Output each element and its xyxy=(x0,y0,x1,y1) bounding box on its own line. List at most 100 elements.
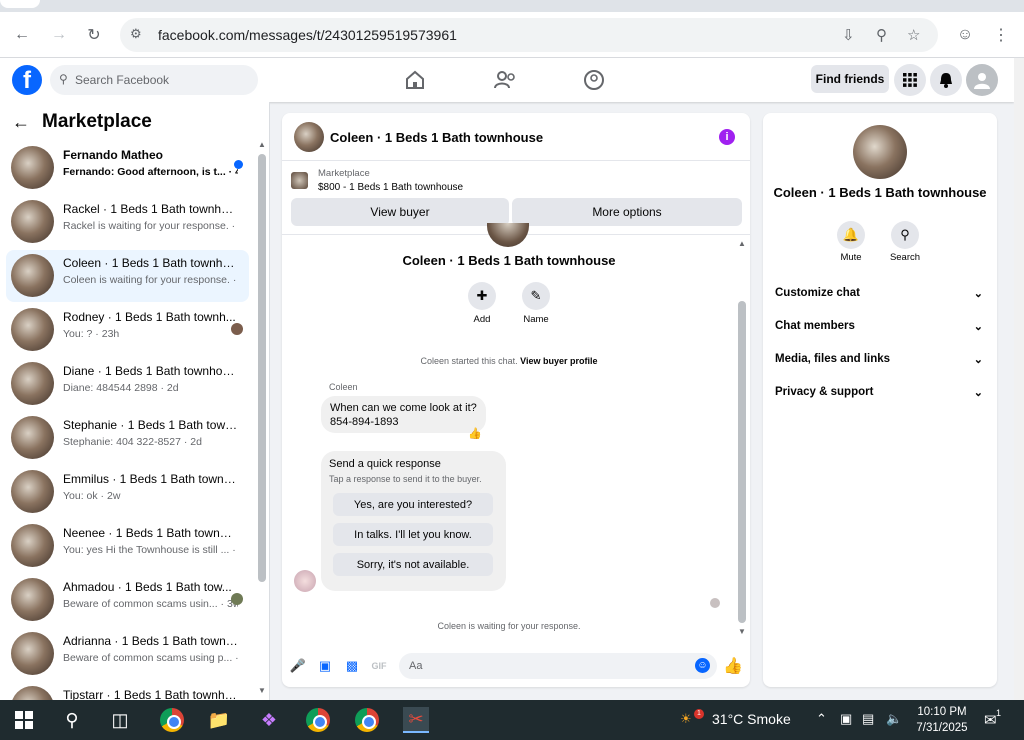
network-icon[interactable]: ▤ xyxy=(862,711,874,727)
conversation-item[interactable]: Adrianna · 1 Beds 1 Bath townh... Beware … xyxy=(6,628,249,680)
conversation-item[interactable]: Neenee · 1 Beds 1 Bath townho... You: yes… xyxy=(6,520,249,572)
listing-title[interactable]: $800 - 1 Beds 1 Bath townhouse xyxy=(318,182,463,193)
info-icon[interactable]: i xyxy=(719,129,735,145)
marketplace-chat-list: ← Marketplace Fernando Matheo Fernando: G… xyxy=(0,102,270,700)
url-text[interactable]: facebook.com/messages/t/2430125951957396… xyxy=(158,27,457,43)
scroll-down-arrow-icon[interactable]: ▼ xyxy=(258,686,266,695)
notifications-icon[interactable]: ✉ xyxy=(984,711,997,729)
mute-bell-icon[interactable]: 🔔 xyxy=(837,221,865,249)
facebook-header: f ⚲ Search Facebook Find friends xyxy=(0,58,1014,102)
scroll-up-arrow-icon[interactable]: ▲ xyxy=(258,140,266,149)
photo-icon[interactable]: ▣ xyxy=(317,658,333,674)
weather-text[interactable]: 31°C Smoke xyxy=(712,711,791,727)
details-name: Coleen · 1 Beds 1 Bath townhouse xyxy=(773,185,987,200)
notification-count: 1 xyxy=(996,708,1002,718)
chrome-icon[interactable] xyxy=(160,708,184,732)
seen-avatar xyxy=(231,593,243,605)
conversation-item[interactable]: Stephanie · 1 Beds 1 Bath townh... Stepha… xyxy=(6,412,249,464)
listing-thumbnail[interactable] xyxy=(291,172,308,189)
task-view-icon[interactable]: ◫ xyxy=(107,707,133,733)
scroll-down-arrow-icon[interactable]: ▼ xyxy=(738,627,746,636)
quick-response-option[interactable]: Yes, are you interested? xyxy=(333,493,493,516)
conversation-item[interactable]: Rodney · 1 Beds 1 Bath townh... You: ? · … xyxy=(6,304,249,356)
conversation-item[interactable]: Emmilus · 1 Beds 1 Bath townho... You: ok… xyxy=(6,466,249,518)
chrome-icon[interactable] xyxy=(306,708,330,732)
message-input[interactable]: Aa ☺ xyxy=(399,653,717,679)
home-icon[interactable] xyxy=(402,68,428,92)
privacy-support-row[interactable]: Privacy & support ⌄ xyxy=(775,386,985,406)
site-info-icon[interactable]: ⚙ xyxy=(130,26,142,42)
browser-toolbar: ← → ↻ ⚙ facebook.com/messages/t/24301259… xyxy=(0,12,1024,58)
notifications-bell-icon[interactable] xyxy=(930,64,962,96)
chevron-up-icon[interactable]: ⌃ xyxy=(816,711,827,727)
profile-icon[interactable]: ☺ xyxy=(954,24,976,46)
account-avatar[interactable] xyxy=(966,64,998,96)
search-icon[interactable]: ⚲ xyxy=(59,707,85,733)
avatar xyxy=(11,200,54,243)
view-buyer-profile-link[interactable]: View buyer profile xyxy=(520,356,597,366)
message-input-placeholder: Aa xyxy=(409,660,423,672)
message-bubble[interactable]: When can we come look at it? 854-894-1893 xyxy=(321,396,486,433)
back-icon[interactable]: ← xyxy=(11,24,33,46)
quick-response-option[interactable]: In talks. I'll let you know. xyxy=(333,523,493,546)
weather-icon[interactable]: ☀ xyxy=(680,711,692,727)
install-app-icon[interactable]: ⇩ xyxy=(842,26,855,44)
chat-scrollbar[interactable] xyxy=(738,301,746,623)
forward-icon[interactable]: → xyxy=(48,24,70,46)
back-arrow-icon[interactable]: ← xyxy=(12,112,30,133)
chrome-icon[interactable] xyxy=(355,708,379,732)
conversation-item[interactable]: Tipstarr · 1 Beds 1 Bath townho... xyxy=(6,682,249,700)
conversation-preview: Stephanie: 404 322-8527 · 2d xyxy=(63,436,202,448)
menu-grid-icon[interactable] xyxy=(894,64,926,96)
groups-icon[interactable] xyxy=(581,68,607,92)
windows-start-icon[interactable] xyxy=(11,707,37,733)
snipping-tool-icon[interactable]: ✂ xyxy=(403,707,429,733)
conversation-item[interactable]: Rackel · 1 Beds 1 Bath townhouse Rackel i… xyxy=(6,196,249,248)
gif-icon[interactable]: GIF xyxy=(371,658,387,674)
conversation-preview: Fernando: Good afternoon, is t... · 4m xyxy=(63,166,238,178)
facebook-logo-icon[interactable]: f xyxy=(12,65,42,95)
facebook-search[interactable]: ⚲ Search Facebook xyxy=(50,65,258,95)
reload-icon[interactable]: ↻ xyxy=(83,24,105,46)
list-scrollbar[interactable] xyxy=(258,154,266,582)
file-explorer-icon[interactable]: 📁 xyxy=(206,707,232,733)
edit-pencil-icon[interactable]: ✎ xyxy=(522,282,550,310)
conversation-item-active[interactable]: Coleen · 1 Beds 1 Bath townhouse Coleen i… xyxy=(6,250,249,302)
media-files-row[interactable]: Media, files and links ⌄ xyxy=(775,353,985,373)
conversation-item[interactable]: Diane · 1 Beds 1 Bath townhouse Diane: 48… xyxy=(6,358,249,410)
volume-icon[interactable]: 🔈 xyxy=(886,711,902,727)
find-friends-button[interactable]: Find friends xyxy=(811,65,889,93)
conversation-item[interactable]: Ahmadou · 1 Beds 1 Bath tow... Beware of … xyxy=(6,574,249,626)
camera-tray-icon[interactable]: ▣ xyxy=(840,711,852,727)
sticker-icon[interactable]: ▩ xyxy=(344,658,360,674)
seen-avatar xyxy=(231,323,243,335)
address-bar[interactable]: ⚙ facebook.com/messages/t/24301259519573… xyxy=(120,18,938,52)
quick-response-option[interactable]: Sorry, it's not available. xyxy=(333,553,493,576)
chat-members-row[interactable]: Chat members ⌄ xyxy=(775,320,985,340)
microphone-icon[interactable]: 🎤 xyxy=(290,658,306,674)
add-person-icon[interactable]: ✚ xyxy=(468,282,496,310)
chevron-down-icon: ⌄ xyxy=(973,288,983,300)
like-thumbs-up-icon[interactable]: 👍 xyxy=(723,658,743,675)
page-scrollbar[interactable] xyxy=(1014,58,1024,700)
chat-title[interactable]: Coleen · 1 Beds 1 Bath townhouse xyxy=(330,130,543,145)
avatar xyxy=(11,416,54,459)
active-tab[interactable] xyxy=(0,0,40,8)
zoom-icon[interactable]: ⚲ xyxy=(876,26,887,44)
scroll-up-arrow-icon[interactable]: ▲ xyxy=(738,239,746,248)
bookmark-star-icon[interactable]: ☆ xyxy=(907,26,920,44)
copilot-icon[interactable]: ❖ xyxy=(256,707,282,733)
clock[interactable]: 10:10 PM 7/31/2025 xyxy=(912,704,972,736)
emoji-icon[interactable]: ☺ xyxy=(695,658,710,673)
customize-chat-row[interactable]: Customize chat ⌄ xyxy=(775,287,985,307)
friends-icon[interactable] xyxy=(492,68,518,92)
browser-menu-icon[interactable]: ⋮ xyxy=(990,24,1012,46)
conversation-item[interactable]: Fernando Matheo Fernando: Good afternoon,… xyxy=(6,142,249,194)
more-options-button[interactable]: More options xyxy=(512,198,742,226)
avatar[interactable] xyxy=(294,122,324,152)
seen-avatar xyxy=(710,598,720,608)
started-text: Coleen started this chat. xyxy=(420,356,518,366)
view-buyer-button[interactable]: View buyer xyxy=(291,198,509,226)
avatar[interactable] xyxy=(853,125,907,179)
search-icon[interactable]: ⚲ xyxy=(891,221,919,249)
